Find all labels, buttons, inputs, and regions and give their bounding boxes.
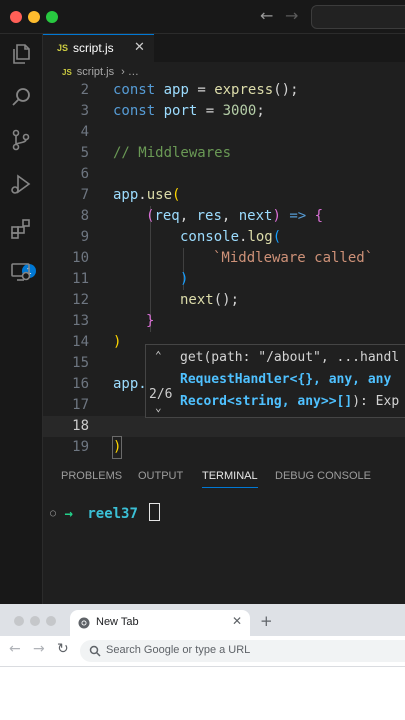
breadcrumb-separator: › <box>121 66 125 78</box>
tab-debug-console[interactable]: DEBUG CONSOLE <box>275 470 371 482</box>
line-number: 5 <box>80 145 89 161</box>
line-number: 10 <box>72 250 89 266</box>
back-arrow-icon[interactable]: ← <box>260 6 273 25</box>
panel-tab-bar: PROBLEMS OUTPUT TERMINAL DEBUG CONSOLE <box>43 462 405 492</box>
activity-bar: 1 <box>0 34 43 604</box>
breadcrumb: JS script.js › … <box>62 66 139 78</box>
code-line: 19) <box>43 436 405 459</box>
signature-line: Record<string, any>>[]): Exp <box>180 394 400 409</box>
minimize-window-button[interactable] <box>30 616 40 626</box>
terminal-cursor <box>149 503 161 521</box>
current-line: 18 <box>43 416 405 437</box>
explorer-icon[interactable] <box>9 42 33 66</box>
browser-tab-strip: New Tab ✕ + <box>0 604 405 636</box>
chrome-logo-icon <box>78 617 90 629</box>
browser-window: New Tab ✕ + ← → ↻ Search Google or type … <box>0 604 405 720</box>
signature-help-popup: ⌃ 2/6 ⌄ get(path: "/about", ...handl Req… <box>145 344 405 418</box>
signature-line: RequestHandler<{}, any, any <box>180 372 392 387</box>
line-number: 9 <box>80 229 89 245</box>
remote-explorer-icon[interactable] <box>9 260 33 284</box>
line-number: 11 <box>72 271 89 287</box>
tab-label: script.js <box>73 41 114 55</box>
line-number: 3 <box>80 103 89 119</box>
browser-toolbar: ← → ↻ Search Google or type a URL <box>0 636 405 667</box>
line-number: 12 <box>72 292 89 308</box>
line-number: 14 <box>72 334 89 350</box>
close-tab-icon[interactable]: ✕ <box>134 40 145 55</box>
line-number: 16 <box>72 376 89 392</box>
code-line: 3 const port = 3000; <box>43 101 405 122</box>
browser-tab-title: New Tab <box>96 616 139 628</box>
code-line: 4 <box>43 122 405 143</box>
line-number: 8 <box>80 208 89 224</box>
code-line: 8 (req, res, next) => { <box>43 206 405 227</box>
code-line: 12 next(); <box>43 290 405 311</box>
tab-output[interactable]: OUTPUT <box>138 470 183 482</box>
source-control-icon[interactable] <box>9 128 33 152</box>
zoom-window-button[interactable] <box>46 11 58 23</box>
search-icon[interactable] <box>9 85 33 109</box>
run-debug-icon[interactable] <box>9 172 33 196</box>
breadcrumb-symbol[interactable]: … <box>128 66 139 78</box>
forward-arrow-icon[interactable]: → <box>285 6 298 25</box>
overload-count: 2/6 <box>149 387 173 402</box>
breadcrumb-file[interactable]: script.js <box>77 66 114 78</box>
prompt-arrow: → <box>64 506 73 522</box>
code-line: 7 app.use( <box>43 185 405 206</box>
signature-line: get(path: "/about", ...handl <box>180 350 400 365</box>
line-number: 6 <box>80 166 89 182</box>
code-line: 6 <box>43 164 405 185</box>
minimize-window-button[interactable] <box>28 11 40 23</box>
browser-tab[interactable]: New Tab ✕ <box>70 610 250 636</box>
line-number: 17 <box>72 397 89 413</box>
forward-arrow-icon[interactable]: → <box>33 641 45 657</box>
title-bar: ← → <box>0 0 405 34</box>
editor-tab-bar: JS script.js ✕ <box>43 34 405 63</box>
tab-script-js[interactable]: JS script.js ✕ <box>43 34 154 63</box>
line-number: 4 <box>80 124 89 140</box>
code-line: 11) <box>43 269 405 290</box>
code-line: 10 `Middleware called` <box>43 248 405 269</box>
close-window-button[interactable] <box>10 11 22 23</box>
tab-terminal[interactable]: TERMINAL <box>202 470 258 488</box>
terminal[interactable]: ○ → reel37 <box>50 503 161 522</box>
chevron-down-icon[interactable]: ⌄ <box>155 401 162 414</box>
omnibox-placeholder: Search Google or type a URL <box>106 644 251 656</box>
terminal-directory: reel37 <box>87 506 138 522</box>
code-line: 5// Middlewares <box>43 143 405 164</box>
omnibox[interactable]: Search Google or type a URL <box>80 640 405 662</box>
code-line: 9 console.log( <box>43 227 405 248</box>
command-center[interactable] <box>311 5 405 29</box>
tab-problems[interactable]: PROBLEMS <box>61 470 122 482</box>
vscode-window: ← → 1 JS script.js ✕ JS script.js › … 2 … <box>0 0 405 604</box>
zoom-window-button[interactable] <box>46 616 56 626</box>
close-tab-icon[interactable]: ✕ <box>232 614 242 628</box>
chevron-up-icon[interactable]: ⌃ <box>155 349 162 362</box>
code-line: 13} <box>43 311 405 332</box>
line-number: 7 <box>80 187 89 203</box>
line-number: 2 <box>80 82 89 98</box>
terminal-status-dot: ○ <box>50 508 57 519</box>
new-tab-button[interactable]: + <box>260 612 273 630</box>
back-arrow-icon[interactable]: ← <box>9 641 21 657</box>
line-number: 19 <box>72 439 89 455</box>
javascript-file-icon: JS <box>57 43 69 53</box>
code-line: 2 const app = express(); <box>43 80 405 101</box>
reload-icon[interactable]: ↻ <box>57 641 69 657</box>
extensions-icon[interactable] <box>9 217 33 241</box>
javascript-file-icon: JS <box>62 68 72 77</box>
search-icon <box>89 645 101 657</box>
line-number: 15 <box>72 355 89 371</box>
close-window-button[interactable] <box>14 616 24 626</box>
line-number: 18 <box>72 418 89 434</box>
line-number: 13 <box>72 313 89 329</box>
